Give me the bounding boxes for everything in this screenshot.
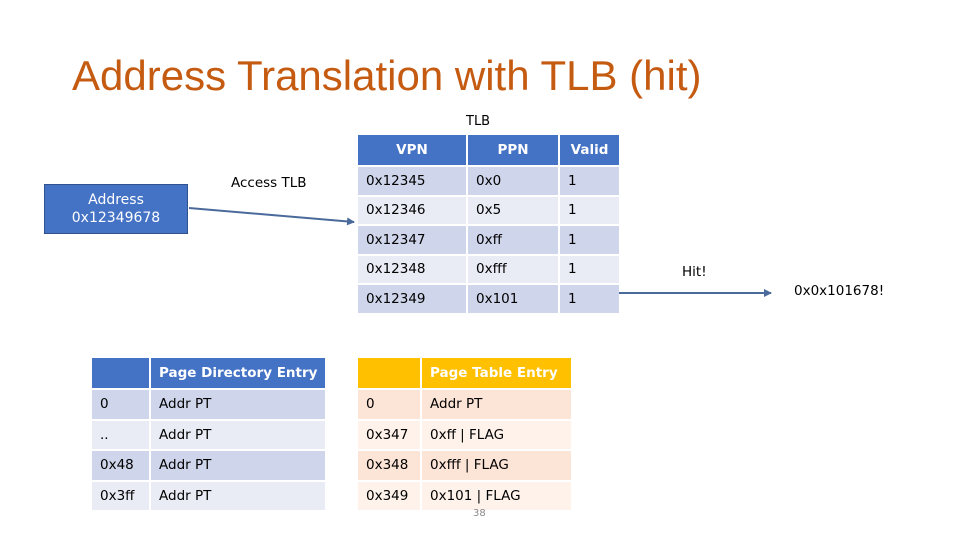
pd-header-row: Page Directory Entry bbox=[92, 358, 326, 388]
pt-entry-cell: 0x101 | FLAG bbox=[422, 481, 571, 510]
tlb-table: VPN PPN Valid 0x12345 0x0 1 0x12346 0x5 … bbox=[356, 133, 621, 315]
tlb-ppn-cell: 0xfff bbox=[468, 255, 558, 283]
pt-index-cell: 0x349 bbox=[358, 481, 420, 510]
tlb-vpn-cell: 0x12346 bbox=[358, 196, 466, 224]
tlb-vpn-cell: 0x12349 bbox=[358, 285, 466, 313]
page-number: 38 bbox=[473, 508, 486, 519]
pt-index-cell: 0x348 bbox=[358, 451, 420, 480]
tlb-vpn-cell: 0x12345 bbox=[358, 167, 466, 195]
tlb-ppn-cell: 0xff bbox=[468, 226, 558, 254]
pt-header-entry: Page Table Entry bbox=[422, 358, 571, 388]
pt-entry-cell: 0xff | FLAG bbox=[422, 420, 571, 449]
pd-entry-cell: Addr PT bbox=[151, 481, 326, 510]
pd-header-entry: Page Directory Entry bbox=[151, 358, 326, 388]
pd-row: .. Addr PT bbox=[92, 420, 326, 449]
tlb-row: 0x12346 0x5 1 bbox=[358, 196, 619, 224]
pd-entry-cell: Addr PT bbox=[151, 420, 326, 449]
pt-header-index bbox=[358, 358, 420, 388]
tlb-ppn-cell: 0x101 bbox=[468, 285, 558, 313]
tlb-row: 0x12347 0xff 1 bbox=[358, 226, 619, 254]
pd-row: 0x3ff Addr PT bbox=[92, 481, 326, 510]
tlb-valid-cell: 1 bbox=[560, 196, 619, 224]
tlb-valid-cell: 1 bbox=[560, 285, 619, 313]
tlb-row: 0x12345 0x0 1 bbox=[358, 167, 619, 195]
pt-row: 0x348 0xfff | FLAG bbox=[358, 451, 571, 480]
tlb-ppn-cell: 0x0 bbox=[468, 167, 558, 195]
access-tlb-arrow bbox=[188, 207, 355, 226]
pd-row: 0 Addr PT bbox=[92, 390, 326, 419]
pd-entry-cell: Addr PT bbox=[151, 390, 326, 419]
pd-index-cell: 0 bbox=[92, 390, 149, 419]
pt-entry-cell: 0xfff | FLAG bbox=[422, 451, 571, 480]
tlb-header-row: VPN PPN Valid bbox=[358, 135, 619, 165]
pt-index-cell: 0x347 bbox=[358, 420, 420, 449]
tlb-vpn-cell: 0x12347 bbox=[358, 226, 466, 254]
pd-index-cell: .. bbox=[92, 420, 149, 449]
tlb-row-hit: 0x12349 0x101 1 bbox=[358, 285, 619, 313]
tlb-ppn-cell: 0x5 bbox=[468, 196, 558, 224]
pt-entry-cell: Addr PT bbox=[422, 390, 571, 419]
pd-index-cell: 0x48 bbox=[92, 451, 149, 480]
tlb-valid-cell: 1 bbox=[560, 255, 619, 283]
tlb-vpn-cell: 0x12348 bbox=[358, 255, 466, 283]
tlb-header-vpn: VPN bbox=[358, 135, 466, 165]
tlb-row: 0x12348 0xfff 1 bbox=[358, 255, 619, 283]
tlb-valid-cell: 1 bbox=[560, 167, 619, 195]
page-directory-table: Page Directory Entry 0 Addr PT .. Addr P… bbox=[90, 356, 327, 512]
tlb-header-valid: Valid bbox=[560, 135, 619, 165]
tlb-valid-cell: 1 bbox=[560, 226, 619, 254]
pt-row: 0x347 0xff | FLAG bbox=[358, 420, 571, 449]
pt-index-cell: 0 bbox=[358, 390, 420, 419]
pd-header-index bbox=[92, 358, 149, 388]
tlb-header-ppn: PPN bbox=[468, 135, 558, 165]
pt-row: 0 Addr PT bbox=[358, 390, 571, 419]
page-table: Page Table Entry 0 Addr PT 0x347 0xff | … bbox=[356, 356, 573, 512]
pd-index-cell: 0x3ff bbox=[92, 481, 149, 510]
pd-entry-cell: Addr PT bbox=[151, 451, 326, 480]
pt-row: 0x349 0x101 | FLAG bbox=[358, 481, 571, 510]
pd-row: 0x48 Addr PT bbox=[92, 451, 326, 480]
pt-header-row: Page Table Entry bbox=[358, 358, 571, 388]
